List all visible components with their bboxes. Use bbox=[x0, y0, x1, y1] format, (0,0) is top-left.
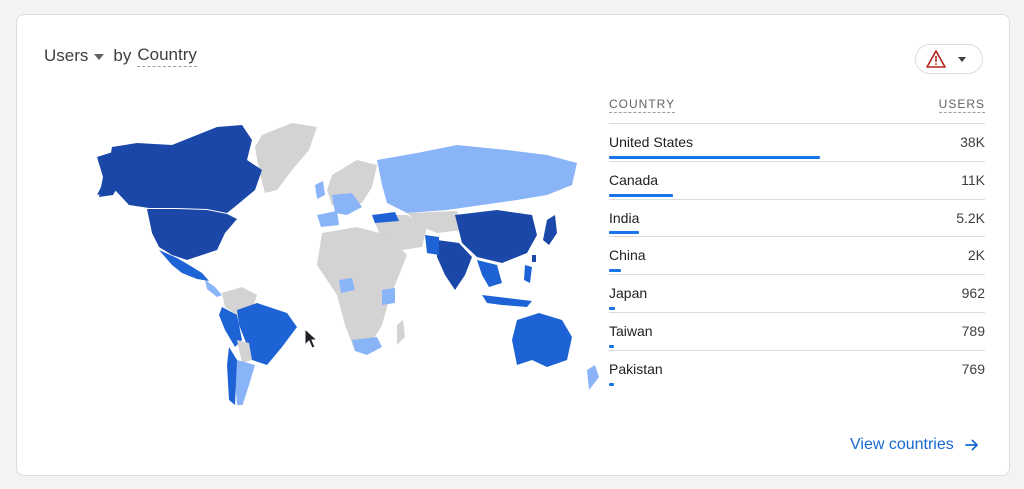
map-philippines bbox=[524, 265, 532, 283]
map-uk bbox=[315, 181, 325, 199]
warning-icon bbox=[926, 50, 946, 68]
dropdown-arrow-icon bbox=[958, 56, 966, 62]
map-taiwan bbox=[532, 255, 536, 262]
users-value: 789 bbox=[961, 322, 985, 339]
users-value: 11K bbox=[961, 171, 985, 188]
col-header-users[interactable]: USERS bbox=[938, 95, 985, 113]
table-row[interactable]: Canada 11K bbox=[609, 162, 985, 200]
table-body: United States 38K Canada 11K India 5.2K China 2… bbox=[609, 124, 985, 388]
users-share-bar bbox=[609, 193, 673, 197]
map-kenya bbox=[382, 288, 395, 305]
table-row[interactable]: Japan 962 bbox=[609, 275, 985, 313]
mouse-cursor-icon bbox=[304, 328, 319, 349]
map-southeast-asia bbox=[477, 260, 502, 287]
users-value: 2K bbox=[967, 247, 985, 264]
map-india bbox=[437, 240, 472, 290]
map-greenland bbox=[255, 123, 317, 193]
country-table: COUNTRY USERS United States 38K Canada 11K I… bbox=[609, 95, 985, 388]
by-text: by bbox=[113, 46, 132, 65]
map-australia bbox=[512, 313, 572, 367]
map-central-america bbox=[205, 280, 222, 297]
users-value: 38K bbox=[960, 134, 985, 150]
users-value: 5.2K bbox=[956, 209, 985, 226]
view-countries-link[interactable]: View countries bbox=[850, 436, 980, 454]
map-united-states bbox=[147, 209, 237, 260]
map-pakistan bbox=[425, 235, 439, 255]
map-madagascar bbox=[397, 320, 405, 345]
map-russia bbox=[377, 145, 577, 213]
users-share-bar bbox=[609, 231, 640, 235]
country-name: Canada bbox=[609, 171, 659, 188]
table-row[interactable]: China 2K bbox=[609, 237, 985, 276]
country-name: China bbox=[609, 247, 646, 264]
table-row[interactable]: India 5.2K bbox=[609, 200, 985, 238]
users-share-bar bbox=[609, 306, 616, 310]
map-argentina bbox=[235, 360, 255, 405]
metric-label: Users bbox=[44, 46, 89, 65]
caret-down-icon bbox=[94, 54, 105, 60]
country-name: Taiwan bbox=[609, 322, 653, 339]
table-row[interactable]: Pakistan 769 bbox=[609, 351, 985, 388]
world-map bbox=[97, 123, 599, 405]
metric-selector[interactable]: Users bbox=[44, 46, 113, 66]
users-by-country-card: Users by Country COUNTRY USERS United St… bbox=[16, 14, 1010, 476]
users-share-bar bbox=[609, 382, 614, 386]
table-row[interactable]: Taiwan 789 bbox=[609, 313, 985, 351]
map-indonesia bbox=[482, 295, 532, 307]
map-new-zealand bbox=[587, 365, 599, 390]
view-countries-label: View countries bbox=[850, 436, 954, 453]
country-name: Japan bbox=[609, 285, 648, 302]
users-share-bar bbox=[609, 155, 820, 159]
country-name: India bbox=[609, 209, 640, 226]
table-header: COUNTRY USERS bbox=[609, 95, 985, 124]
users-value: 769 bbox=[961, 360, 985, 377]
users-share-bar bbox=[609, 344, 614, 348]
card-title: Users by Country bbox=[44, 45, 197, 67]
map-japan bbox=[543, 215, 557, 245]
table-row[interactable]: United States 38K bbox=[609, 124, 985, 162]
country-name: United States bbox=[609, 134, 694, 150]
dimension-label[interactable]: Country bbox=[137, 45, 197, 67]
arrow-right-icon bbox=[964, 439, 978, 451]
col-header-country[interactable]: COUNTRY bbox=[609, 95, 676, 113]
users-value: 962 bbox=[961, 285, 985, 302]
map-spain bbox=[317, 211, 339, 227]
map-south-africa bbox=[352, 337, 382, 355]
country-name: Pakistan bbox=[609, 360, 663, 377]
warning-dropdown-button[interactable] bbox=[915, 44, 983, 74]
users-share-bar bbox=[609, 269, 622, 273]
map-chile bbox=[227, 347, 237, 405]
